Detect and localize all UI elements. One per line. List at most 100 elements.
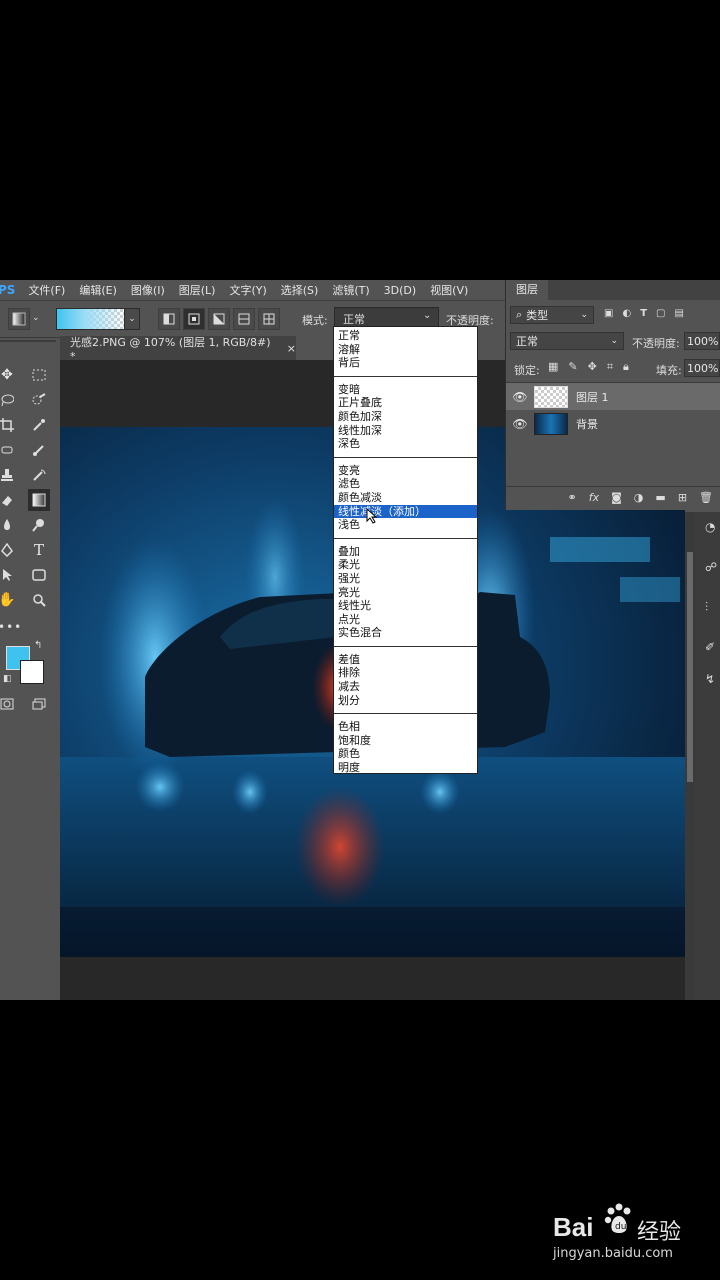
gradient-tool-icon[interactable] xyxy=(28,489,50,511)
blend-option[interactable]: 正片叠底 xyxy=(334,396,477,410)
blend-option[interactable]: 变暗 xyxy=(334,383,477,397)
trash-icon[interactable]: 🗑︎ xyxy=(699,491,713,504)
properties-panel-icon[interactable]: ⫶ xyxy=(705,600,708,615)
lock-position-icon[interactable]: ✥ xyxy=(588,360,597,374)
lasso-tool-icon[interactable] xyxy=(0,389,18,411)
layer-row[interactable]: 👁︎ 背景 xyxy=(506,410,720,437)
healing-brush-tool-icon[interactable] xyxy=(0,439,18,461)
chevron-down-icon[interactable]: ⌄ xyxy=(32,313,40,323)
blend-option[interactable]: 饱和度 xyxy=(334,734,477,748)
blend-option[interactable]: 深色 xyxy=(334,437,477,451)
canvas-scrollbar[interactable] xyxy=(685,512,695,1000)
blend-option[interactable]: 差值 xyxy=(334,653,477,667)
blend-option[interactable]: 线性光 xyxy=(334,599,477,613)
blur-tool-icon[interactable] xyxy=(0,514,18,536)
more-tools-icon[interactable]: ••• xyxy=(0,620,22,634)
blend-option[interactable]: 线性加深 xyxy=(334,424,477,438)
mask-icon[interactable]: ◙ xyxy=(611,491,622,504)
gradient-tool-preset-icon[interactable] xyxy=(8,308,30,330)
pixel-filter-icon[interactable]: ▣ xyxy=(604,308,613,319)
chevron-down-icon[interactable]: ⌄ xyxy=(124,308,140,330)
blend-option[interactable]: 划分 xyxy=(334,694,477,708)
type-filter-icon[interactable]: T xyxy=(640,308,647,319)
menu-view[interactable]: 视图(V) xyxy=(423,282,475,298)
radial-gradient-icon[interactable] xyxy=(183,308,205,330)
blend-option[interactable]: 背后 xyxy=(334,356,477,370)
angle-gradient-icon[interactable] xyxy=(208,308,230,330)
crop-tool-icon[interactable] xyxy=(0,414,18,436)
new-layer-icon[interactable]: ⊞ xyxy=(678,491,687,504)
blend-option[interactable]: 正常 xyxy=(334,329,477,343)
gradient-swatch[interactable] xyxy=(56,308,126,330)
type-tool-icon[interactable]: T xyxy=(28,539,50,561)
screen-mode-icon[interactable] xyxy=(28,693,50,715)
blend-option[interactable]: 实色混合 xyxy=(334,626,477,640)
menu-select[interactable]: 选择(S) xyxy=(274,282,326,298)
path-selection-tool-icon[interactable] xyxy=(0,564,18,586)
blend-option[interactable]: 色相 xyxy=(334,720,477,734)
blend-option[interactable]: 减去 xyxy=(334,680,477,694)
eye-icon[interactable]: 👁︎ xyxy=(506,390,534,404)
layer-filter-select[interactable]: ⌕ 类型 ⌄ xyxy=(510,306,594,324)
marquee-tool-icon[interactable] xyxy=(28,364,50,386)
link-icon[interactable]: ⚭ xyxy=(568,491,577,504)
brush-panel-icon[interactable]: ✐ xyxy=(705,640,715,654)
blend-option[interactable]: 明度 xyxy=(334,761,477,775)
blend-option[interactable]: 颜色加深 xyxy=(334,410,477,424)
scrollbar-thumb[interactable] xyxy=(687,552,693,782)
pen-tool-icon[interactable] xyxy=(0,539,18,561)
menu-edit[interactable]: 编辑(E) xyxy=(72,282,124,298)
zoom-tool-icon[interactable] xyxy=(28,589,50,611)
swatches-panel-icon[interactable]: ☍ xyxy=(705,560,717,574)
menu-3d[interactable]: 3D(D) xyxy=(377,284,424,297)
eraser-tool-icon[interactable] xyxy=(0,489,18,511)
blend-option[interactable]: 颜色 xyxy=(334,747,477,761)
blend-option[interactable]: 浅色 xyxy=(334,518,477,532)
blend-option[interactable]: 柔光 xyxy=(334,558,477,572)
close-icon[interactable]: × xyxy=(287,342,296,355)
layer-blend-mode-select[interactable]: 正常 ⌄ xyxy=(510,332,624,350)
adjustment-icon[interactable]: ◑ xyxy=(634,491,644,504)
default-colors-icon[interactable]: ◧ xyxy=(3,674,12,684)
lock-transparent-icon[interactable]: ▦ xyxy=(548,360,558,374)
blend-option[interactable]: 点光 xyxy=(334,613,477,627)
move-tool-icon[interactable]: ✥ xyxy=(0,364,18,386)
blend-option[interactable]: 排除 xyxy=(334,666,477,680)
quick-mask-icon[interactable] xyxy=(0,693,18,715)
tab-layers[interactable]: 图层 xyxy=(506,280,548,300)
menu-layer[interactable]: 图层(L) xyxy=(172,282,223,298)
quick-selection-tool-icon[interactable] xyxy=(28,389,50,411)
eye-icon[interactable]: 👁︎ xyxy=(506,417,534,431)
menu-type[interactable]: 文字(Y) xyxy=(222,282,273,298)
reflected-gradient-icon[interactable] xyxy=(233,308,255,330)
blend-option[interactable]: 溶解 xyxy=(334,343,477,357)
blend-option[interactable]: 滤色 xyxy=(334,477,477,491)
eyedropper-tool-icon[interactable] xyxy=(28,414,50,436)
blend-option[interactable]: 变亮 xyxy=(334,464,477,478)
fx-icon[interactable]: fx xyxy=(589,491,599,504)
shape-filter-icon[interactable]: ▢ xyxy=(656,308,665,319)
menu-filter[interactable]: 滤镜(T) xyxy=(325,282,376,298)
blend-option-highlighted[interactable]: 线性减淡（添加） xyxy=(334,504,477,519)
color-panel-icon[interactable]: ◔ xyxy=(705,520,715,534)
blend-option[interactable]: 颜色减淡 xyxy=(334,491,477,505)
clone-stamp-tool-icon[interactable] xyxy=(0,464,18,486)
menu-file[interactable]: 文件(F) xyxy=(21,282,72,298)
adjustment-filter-icon[interactable]: ◐ xyxy=(622,308,631,319)
smart-filter-icon[interactable]: ▤ xyxy=(674,308,683,319)
dodge-tool-icon[interactable] xyxy=(28,514,50,536)
layer-opacity-input[interactable]: 100% xyxy=(684,332,720,350)
lock-pixels-icon[interactable]: ✎ xyxy=(568,360,577,374)
linear-gradient-icon[interactable] xyxy=(158,308,180,330)
rectangle-tool-icon[interactable] xyxy=(28,564,50,586)
swap-colors-icon[interactable]: ↰ xyxy=(34,640,42,651)
folder-icon[interactable]: ▬ xyxy=(655,491,665,504)
blend-option[interactable]: 强光 xyxy=(334,572,477,586)
background-color-swatch[interactable] xyxy=(20,660,44,684)
brush-tool-icon[interactable] xyxy=(28,439,50,461)
document-tab[interactable]: 光感2.PNG @ 107% (图层 1, RGB/8#) * × xyxy=(60,336,296,363)
lock-all-icon[interactable]: 🔒︎ xyxy=(623,360,629,374)
paths-panel-icon[interactable]: ↯ xyxy=(705,672,715,686)
lock-artboard-icon[interactable]: ⌗ xyxy=(607,360,613,374)
fill-input[interactable]: 100% xyxy=(684,359,720,377)
